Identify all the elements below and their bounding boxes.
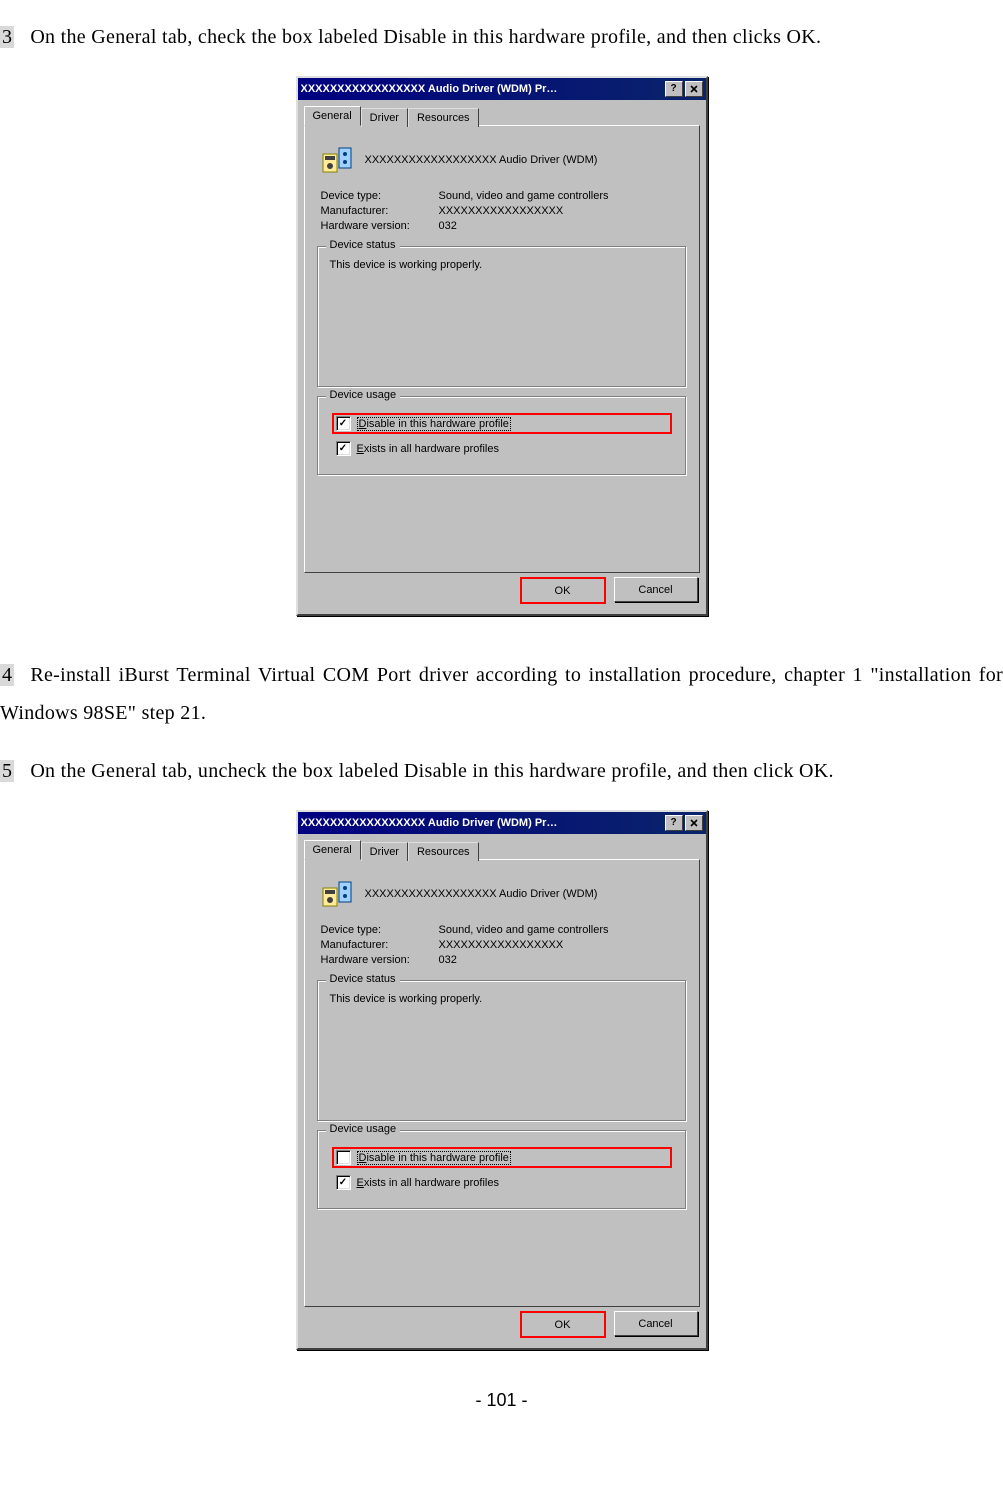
step-num-5: 5 (0, 760, 14, 782)
tab-resources[interactable]: Resources (408, 108, 479, 127)
window-title: XXXXXXXXXXXXXXXXX Audio Driver (WDM) Pr… (301, 817, 665, 829)
window-title: XXXXXXXXXXXXXXXXX Audio Driver (WDM) Pr… (301, 83, 665, 95)
device-name: XXXXXXXXXXXXXXXXXX Audio Driver (WDM) (365, 154, 598, 166)
device-type-value: Sound, video and game controllers (439, 190, 609, 202)
device-status-text: This device is working properly. (330, 993, 674, 1005)
device-usage-group: Device usage ✓ Disable in this hardware … (317, 396, 687, 476)
device-type-label: Device type: (321, 190, 439, 202)
tab-resources[interactable]: Resources (408, 842, 479, 861)
hwversion-value: 032 (439, 220, 457, 232)
hwversion-label: Hardware version: (321, 954, 439, 966)
step-3: 3 On the General tab, check the box label… (0, 18, 1003, 56)
close-icon (690, 819, 698, 827)
device-status-group: Device status This device is working pro… (317, 980, 687, 1122)
close-button[interactable] (685, 815, 703, 831)
device-usage-legend: Device usage (326, 389, 401, 401)
tab-general[interactable]: General (304, 106, 361, 126)
help-button[interactable]: ? (665, 815, 683, 831)
device-status-legend: Device status (326, 973, 400, 985)
disable-checkbox-label: Disable in this hardware profile (357, 1151, 511, 1165)
close-button[interactable] (685, 81, 703, 97)
tab-general[interactable]: General (304, 840, 361, 860)
titlebar: XXXXXXXXXXXXXXXXX Audio Driver (WDM) Pr…… (298, 78, 706, 100)
ok-button[interactable]: OK (520, 577, 606, 604)
exists-checkbox-label: Exists in all hardware profiles (357, 443, 499, 455)
manufacturer-value: XXXXXXXXXXXXXXXXX (439, 939, 564, 951)
step-5: 5 On the General tab, uncheck the box lab… (0, 752, 1003, 790)
device-status-legend: Device status (326, 239, 400, 251)
step-5-text: On the General tab, uncheck the box labe… (30, 760, 834, 782)
device-usage-group: Device usage Disable in this hardware pr… (317, 1130, 687, 1210)
disable-checkbox[interactable]: ✓ (336, 416, 351, 431)
ok-button[interactable]: OK (520, 1311, 606, 1338)
cancel-button[interactable]: Cancel (614, 1311, 698, 1336)
device-icon (321, 144, 353, 176)
help-button[interactable]: ? (665, 81, 683, 97)
device-type-label: Device type: (321, 924, 439, 936)
tab-driver[interactable]: Driver (361, 842, 408, 861)
tabs: General Driver Resources (304, 840, 700, 859)
device-icon (321, 878, 353, 910)
step-4: 4Re-install iBurst Terminal Virtual COM … (0, 656, 1003, 732)
step-4-text: Re-install iBurst Terminal Virtual COM P… (0, 664, 1003, 724)
manufacturer-label: Manufacturer: (321, 205, 439, 217)
disable-checkbox-row[interactable]: ✓ Disable in this hardware profile (332, 413, 672, 434)
step-num-3: 3 (0, 26, 14, 48)
device-usage-legend: Device usage (326, 1123, 401, 1135)
titlebar: XXXXXXXXXXXXXXXXX Audio Driver (WDM) Pr…… (298, 812, 706, 834)
device-status-group: Device status This device is working pro… (317, 246, 687, 388)
device-name: XXXXXXXXXXXXXXXXXX Audio Driver (WDM) (365, 888, 598, 900)
tab-panel-general: XXXXXXXXXXXXXXXXXX Audio Driver (WDM) De… (304, 125, 700, 573)
cancel-button[interactable]: Cancel (614, 577, 698, 602)
device-type-value: Sound, video and game controllers (439, 924, 609, 936)
disable-checkbox[interactable] (336, 1150, 351, 1165)
step-3-text: On the General tab, check the box labele… (30, 26, 821, 48)
exists-checkbox[interactable]: ✓ (336, 441, 351, 456)
hwversion-value: 032 (439, 954, 457, 966)
disable-checkbox-row[interactable]: Disable in this hardware profile (332, 1147, 672, 1168)
hwversion-label: Hardware version: (321, 220, 439, 232)
device-status-text: This device is working properly. (330, 259, 674, 271)
manufacturer-label: Manufacturer: (321, 939, 439, 951)
step-num-4: 4 (0, 664, 14, 686)
properties-dialog-1: XXXXXXXXXXXXXXXXX Audio Driver (WDM) Pr…… (296, 76, 708, 616)
exists-checkbox-label: Exists in all hardware profiles (357, 1177, 499, 1189)
tabs: General Driver Resources (304, 106, 700, 125)
page-number: - 101 - (0, 1390, 1003, 1411)
exists-checkbox[interactable]: ✓ (336, 1175, 351, 1190)
manufacturer-value: XXXXXXXXXXXXXXXXX (439, 205, 564, 217)
properties-dialog-2: XXXXXXXXXXXXXXXXX Audio Driver (WDM) Pr…… (296, 810, 708, 1350)
exists-checkbox-row[interactable]: ✓ Exists in all hardware profiles (332, 438, 672, 459)
disable-checkbox-label: Disable in this hardware profile (357, 417, 511, 431)
tab-driver[interactable]: Driver (361, 108, 408, 127)
exists-checkbox-row[interactable]: ✓ Exists in all hardware profiles (332, 1172, 672, 1193)
tab-panel-general: XXXXXXXXXXXXXXXXXX Audio Driver (WDM) De… (304, 859, 700, 1307)
close-icon (690, 85, 698, 93)
